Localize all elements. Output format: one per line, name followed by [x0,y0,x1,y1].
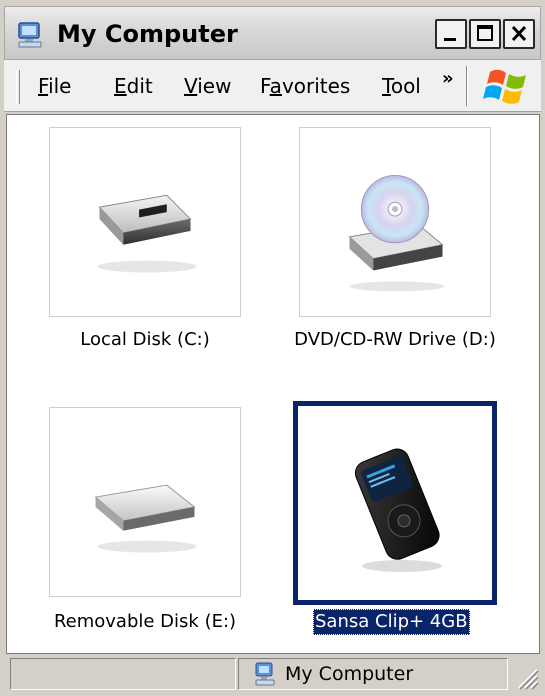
close-button[interactable] [503,19,535,49]
my-computer-icon [18,22,42,48]
drive-label-sansa[interactable]: Sansa Clip+ 4GB [313,609,470,635]
mp3-player-icon [354,448,442,572]
status-pane-location: My Computer [238,658,508,690]
menu-view[interactable]: View [184,72,231,100]
minimize-button[interactable] [435,19,467,49]
menu-favorites-accel: a [269,74,282,98]
title-bar[interactable]: My Computer [4,6,541,60]
menu-overflow-chevron[interactable]: » [442,68,454,89]
minimize-icon [444,38,456,41]
explorer-window: My Computer File Edit View Favorites Too… [0,0,545,696]
maximize-icon [477,25,493,41]
menu-favorites[interactable]: Favorites [260,72,350,100]
drive-tile-e[interactable] [49,407,241,597]
menu-edit[interactable]: Edit [114,72,153,100]
status-location-text: My Computer [285,663,414,685]
drive-list: Local Disk (C:) DVD/CD-RW Drive (D:) Rem… [6,114,540,654]
menu-edit-label: dit [126,74,153,98]
windows-logo-icon [483,69,526,104]
drive-tile-d[interactable] [299,127,491,317]
resize-grip-icon[interactable] [513,664,539,690]
drive-label-d[interactable]: DVD/CD-RW Drive (D:) [275,327,515,353]
menu-tools-label: ool [390,74,421,98]
menu-file-label: ile [48,74,72,98]
window-title: My Computer [57,20,238,48]
menu-view-accel: V [184,74,198,98]
menu-tools[interactable]: Tool [382,72,421,100]
drive-label-e[interactable]: Removable Disk (E:) [37,609,253,635]
status-bar: My Computer [4,654,541,692]
menu-separator [466,66,468,106]
menu-tools-accel: T [382,74,391,98]
menu-favorites-pre: F [260,74,270,98]
menu-file-accel: F [38,74,49,98]
maximize-button[interactable] [469,19,501,49]
my-computer-icon [255,662,275,686]
menu-edit-accel: E [114,74,127,98]
menu-view-label: iew [197,74,232,98]
hard-disk-icon [97,194,197,273]
close-icon [511,25,527,42]
removable-disk-icon [94,484,197,553]
menu-favorites-label: vorites [281,74,351,98]
status-pane-info [10,658,236,690]
menu-bar: File Edit View Favorites Tool » [4,60,541,112]
toolbar-grip[interactable] [16,70,20,104]
drive-label-c[interactable]: Local Disk (C:) [51,327,239,353]
drive-tile-c[interactable] [49,127,241,317]
drive-tile-sansa[interactable] [293,401,497,605]
menu-file[interactable]: File [38,72,71,100]
dvd-drive-icon [348,175,445,292]
